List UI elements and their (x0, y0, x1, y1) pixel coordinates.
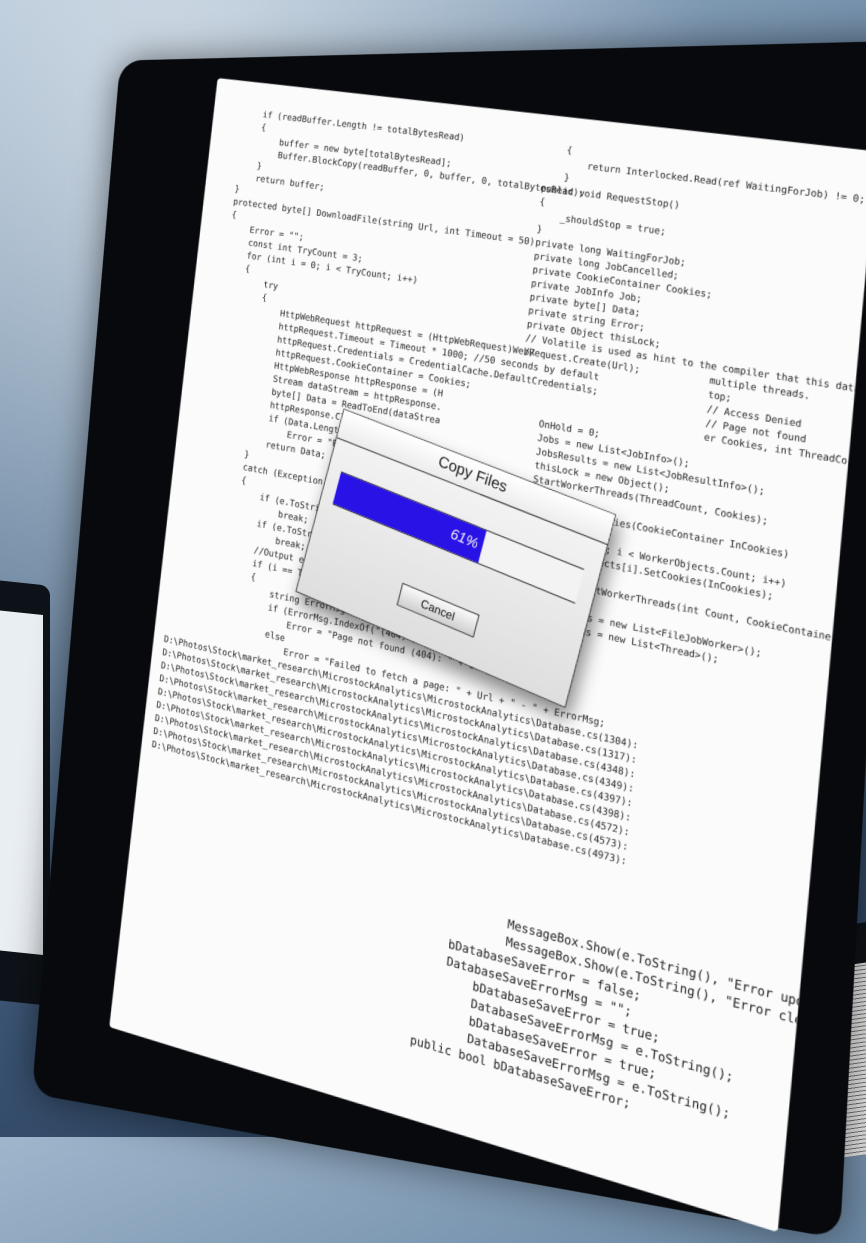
left-monitor-screen (0, 605, 43, 956)
cancel-button[interactable]: Cancel (396, 582, 480, 638)
monitor-screen: if (readBuffer.Length != totalBytesRead)… (109, 77, 866, 1233)
main-monitor: if (readBuffer.Length != totalBytesRead)… (31, 40, 866, 1239)
code-bottom-block: MessageBox.Show(e.ToString(), "Error upd… (382, 887, 866, 1179)
left-monitor (0, 574, 50, 1006)
